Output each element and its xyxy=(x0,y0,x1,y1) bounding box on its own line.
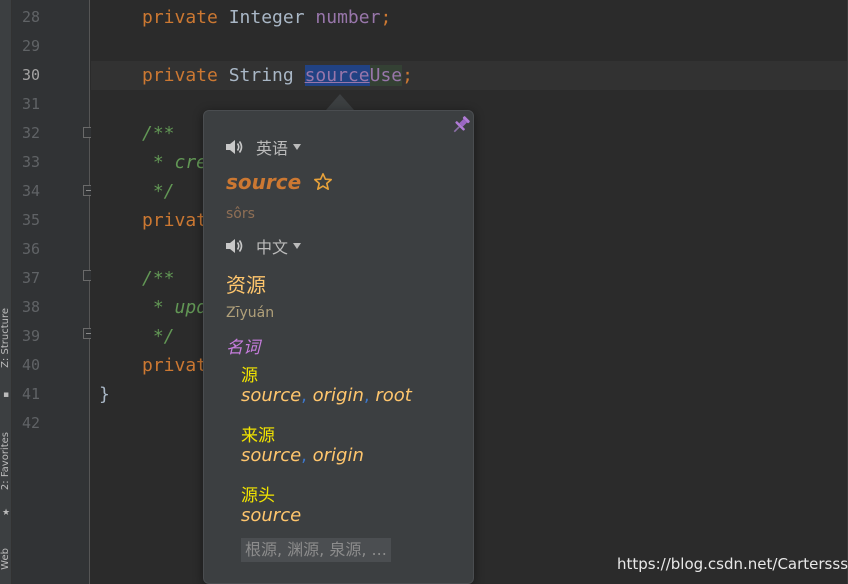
source-language-selector[interactable]: 英语 xyxy=(224,135,302,159)
star-icon[interactable]: ★ xyxy=(1,508,11,518)
part-of-speech: 名词 xyxy=(226,338,260,358)
source-word: source xyxy=(226,170,302,194)
source-language-label: 英语 xyxy=(256,139,289,158)
code-line-30[interactable]: private String sourceUse; xyxy=(142,61,413,90)
translation-phonetic: Zīyuán xyxy=(226,305,275,321)
pin-icon[interactable] xyxy=(451,114,471,136)
line-number: 40 xyxy=(21,356,40,374)
code-line-35[interactable]: privat xyxy=(142,206,207,235)
synonym-link[interactable]: root xyxy=(375,385,411,406)
code-line-39[interactable]: */ xyxy=(142,322,175,351)
translation-word: 资源 xyxy=(226,273,266,297)
code-line-32[interactable]: /** xyxy=(142,119,175,148)
line-number: 28 xyxy=(21,8,40,26)
line-number-current: 30 xyxy=(21,66,40,84)
code-line-33[interactable]: * cre xyxy=(142,148,207,177)
target-language-label: 中文 xyxy=(256,238,289,257)
line-number: 32 xyxy=(21,124,40,142)
chevron-down-icon xyxy=(293,243,302,249)
dictionary-entry-words: source, origin xyxy=(241,445,364,466)
translation-popup[interactable]: 英语 source sôrs 中文 资源 Zīyuán 名词 源 source,… xyxy=(203,110,474,584)
speaker-icon[interactable] xyxy=(224,236,244,256)
synonym-link[interactable]: origin xyxy=(313,385,364,406)
line-number: 35 xyxy=(21,211,40,229)
line-number: 41 xyxy=(21,385,40,403)
line-number-gutter[interactable]: 28 29 30 31 32 33 34 35 36 37 38 39 40 4… xyxy=(12,0,94,584)
chevron-down-icon xyxy=(293,144,302,150)
popup-pointer xyxy=(326,94,354,110)
watermark: https://blog.csdn.net/Carterssss xyxy=(617,555,848,573)
line-number: 36 xyxy=(21,240,40,258)
dictionary-entry-head: 源头 xyxy=(241,486,275,506)
tool-window-strip: Z: Structure ▪ 2: Favorites ★ Web xyxy=(0,0,12,584)
code-line-34[interactable]: */ xyxy=(142,177,175,206)
synonym-link[interactable]: source xyxy=(241,505,301,526)
line-number: 39 xyxy=(21,327,40,345)
line-number: 34 xyxy=(21,182,40,200)
dictionary-entry-words: source, origin, root xyxy=(241,385,412,406)
target-language-selector[interactable]: 中文 xyxy=(224,234,302,258)
more-translations-button[interactable]: 根源, 渊源, 泉源, ... xyxy=(241,538,391,562)
synonym-link[interactable]: source xyxy=(241,385,301,406)
line-number: 33 xyxy=(21,153,40,171)
dictionary-entry-words: source xyxy=(241,505,301,526)
source-phonetic: sôrs xyxy=(226,206,255,222)
line-number: 31 xyxy=(21,95,40,113)
dictionary-entry-head: 来源 xyxy=(241,426,275,446)
code-line-40[interactable]: privat xyxy=(142,351,207,380)
star-icon[interactable] xyxy=(313,172,333,192)
line-number: 29 xyxy=(21,37,40,55)
line-number: 37 xyxy=(21,269,40,287)
line-number: 42 xyxy=(21,414,40,432)
synonym-link[interactable]: source xyxy=(241,445,301,466)
selected-identifier[interactable]: source xyxy=(304,65,370,86)
line-number: 38 xyxy=(21,298,40,316)
dictionary-entry-head: 源 xyxy=(241,366,258,386)
code-line-37[interactable]: /** xyxy=(142,264,175,293)
speaker-icon[interactable] xyxy=(224,137,244,157)
code-line-38[interactable]: * upd xyxy=(142,293,207,322)
code-line-28[interactable]: private Integer number; xyxy=(142,3,391,32)
structure-icon[interactable]: ▪ xyxy=(1,390,11,400)
code-line-41[interactable]: } xyxy=(99,380,110,409)
synonym-link[interactable]: origin xyxy=(313,445,364,466)
source-word-row: source xyxy=(226,170,333,194)
